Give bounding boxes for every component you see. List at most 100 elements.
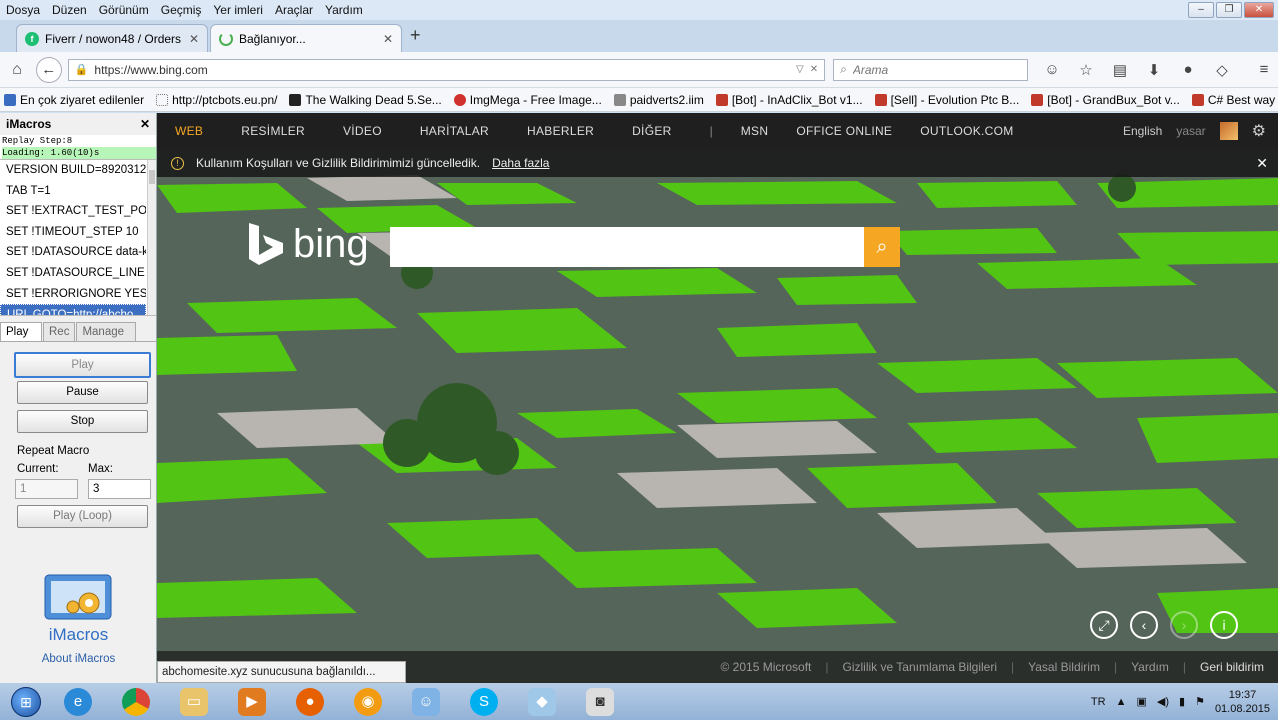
nav-more[interactable]: DİĞER (632, 124, 672, 138)
macro-line[interactable]: SET !TIMEOUT_STEP 10 (0, 222, 146, 243)
tab-rec[interactable]: Rec (43, 322, 76, 341)
expand-icon[interactable]: ⤢ (1090, 611, 1118, 639)
macro-lines-list[interactable]: VERSION BUILD=8920312 ... TAB T=1 SET !E… (0, 159, 156, 316)
macro-line[interactable]: VERSION BUILD=8920312 ... (0, 160, 146, 181)
tab-fiverr[interactable]: f Fiverr / nowon48 / Orders ... ✕ (16, 24, 208, 52)
macro-line[interactable]: SET !DATASOURCE data-k... (0, 242, 146, 263)
taskbar-skype[interactable]: S (458, 685, 510, 719)
reading-list-icon[interactable]: ▤ (1106, 61, 1134, 79)
taskbar-app[interactable]: ◉ (342, 685, 394, 719)
language-indicator[interactable]: TR (1091, 696, 1106, 708)
bookmark-item[interactable]: http://ptcbots.eu.pn/ (156, 93, 277, 107)
list-scrollbar[interactable] (147, 160, 156, 315)
minimize-icon[interactable]: – (1188, 2, 1214, 18)
bookmark-item[interactable]: paidverts2.iim (613, 93, 704, 107)
network-icon[interactable]: ▮ (1179, 695, 1185, 708)
tab-manage[interactable]: Manage (76, 322, 137, 341)
pause-button[interactable]: Pause (17, 381, 148, 404)
tab-bing[interactable]: Bağlanıyor... ✕ (210, 24, 402, 52)
macro-line[interactable]: TAB T=1 (0, 181, 146, 202)
user-name[interactable]: yasar (1176, 124, 1205, 138)
download-icon[interactable]: ⬇ (1140, 61, 1168, 79)
bookmark-item[interactable]: C# Best way to delay (1191, 93, 1278, 107)
taskbar-camera[interactable]: ◙ (574, 685, 626, 719)
close-tab-icon[interactable]: ✕ (383, 32, 393, 46)
new-tab-icon[interactable]: + (410, 25, 421, 46)
stop-icon[interactable]: ✕ (810, 64, 818, 75)
privacy-link[interactable]: Gizlilik ve Tanımlama Bilgileri (843, 660, 998, 674)
bookmark-item[interactable]: En çok ziyaret edilenler (4, 93, 144, 107)
scrollbar-thumb[interactable] (149, 170, 155, 184)
shield-icon[interactable]: ◇ (1208, 61, 1236, 79)
settings-gear-icon[interactable]: ⚙ (1252, 121, 1266, 141)
bookmark-item[interactable]: [Sell] - Evolution Ptc B... (874, 93, 1019, 107)
play-button[interactable]: Play (14, 352, 151, 378)
menu-file[interactable]: Dosya (0, 3, 46, 17)
back-icon[interactable]: ← (35, 56, 62, 83)
dropdown-icon[interactable]: ▽ (796, 64, 804, 75)
bookmark-item[interactable]: ImgMega - Free Image... (453, 93, 602, 107)
tray-chevron-icon[interactable]: ▲ (1116, 696, 1127, 708)
tab-play[interactable]: Play (0, 322, 42, 341)
sync-icon[interactable]: ☺ (1038, 61, 1066, 79)
identity-icon[interactable]: 🔒 (75, 63, 89, 76)
nav-news[interactable]: HABERLER (527, 124, 594, 138)
taskbar-media[interactable]: ▶ (226, 685, 278, 719)
taskbar-explorer[interactable]: ▭ (168, 685, 220, 719)
nav-outlook[interactable]: OUTLOOK.COM (920, 124, 1013, 138)
close-sidebar-icon[interactable]: ✕ (140, 117, 150, 131)
legal-link[interactable]: Yasal Bildirim (1028, 660, 1100, 674)
close-notice-icon[interactable]: ✕ (1256, 155, 1268, 172)
taskbar-chrome[interactable] (110, 685, 162, 719)
taskbar-users[interactable]: ☺ (400, 685, 452, 719)
feedback-link[interactable]: Geri bildirim (1200, 660, 1264, 674)
bookmark-star-icon[interactable]: ☆ (1072, 61, 1100, 79)
chat-icon[interactable]: ● (1174, 61, 1202, 79)
next-image-icon[interactable]: › (1170, 611, 1198, 639)
macro-line[interactable]: SET !ERRORIGNORE YES (0, 284, 146, 305)
url-bar[interactable]: 🔒 https://www.bing.com ▽ ✕ (67, 58, 826, 81)
flag-icon[interactable]: ⚑ (1195, 695, 1205, 708)
notice-more-link[interactable]: Daha fazla (492, 156, 549, 170)
nav-images[interactable]: RESİMLER (241, 124, 305, 138)
previous-image-icon[interactable]: ‹ (1130, 611, 1158, 639)
hamburger-menu-icon[interactable]: ≡ (1250, 61, 1278, 79)
about-imacros-link[interactable]: About iMacros (0, 653, 157, 665)
nav-web[interactable]: WEB (175, 124, 203, 138)
url-text[interactable]: https://www.bing.com (94, 63, 790, 77)
menu-view[interactable]: Görünüm (93, 3, 155, 17)
restore-icon[interactable]: ❐ (1216, 2, 1242, 18)
search-bar[interactable]: ⌕ (833, 58, 1029, 81)
start-button[interactable]: ⊞ (6, 684, 46, 720)
bookmark-item[interactable]: [Bot] - GrandBux_Bot v... (1031, 93, 1180, 107)
nav-maps[interactable]: HARİTALAR (420, 124, 489, 138)
stop-button[interactable]: Stop (17, 410, 148, 433)
volume-icon[interactable]: ◀) (1157, 695, 1169, 708)
nav-video[interactable]: VİDEO (343, 124, 382, 138)
nav-office[interactable]: OFFICE ONLINE (796, 124, 892, 138)
home-icon[interactable]: ⌂ (4, 61, 30, 79)
menu-help[interactable]: Yardım (319, 3, 369, 17)
search-icon[interactable]: ⌕ (864, 227, 900, 267)
max-field[interactable] (88, 479, 151, 499)
menu-history[interactable]: Geçmiş (155, 3, 208, 17)
menu-edit[interactable]: Düzen (46, 3, 93, 17)
taskbar-ie[interactable]: e (52, 685, 104, 719)
nav-msn[interactable]: MSN (741, 124, 769, 138)
menu-bookmarks[interactable]: Yer imleri (207, 3, 269, 17)
help-link[interactable]: Yardım (1131, 660, 1169, 674)
macro-line[interactable]: SET !DATASOURCE_LINE {{... (0, 263, 146, 284)
language-link[interactable]: English (1123, 124, 1162, 138)
search-input[interactable] (852, 62, 1022, 77)
taskbar-firefox[interactable]: ● (284, 685, 336, 719)
info-icon[interactable]: i (1210, 611, 1238, 639)
clock[interactable]: 19:37 01.08.2015 (1215, 688, 1270, 716)
avatar[interactable] (1219, 122, 1238, 140)
macro-line[interactable]: SET !EXTRACT_TEST_POP... (0, 201, 146, 222)
play-loop-button[interactable]: Play (Loop) (17, 505, 148, 528)
close-window-icon[interactable]: ✕ (1244, 2, 1274, 18)
close-tab-icon[interactable]: ✕ (189, 32, 199, 46)
bookmark-item[interactable]: [Bot] - InAdClix_Bot v1... (715, 93, 863, 107)
device-icon[interactable]: ▣ (1136, 695, 1146, 708)
bookmark-item[interactable]: The Walking Dead 5.Se... (289, 93, 442, 107)
